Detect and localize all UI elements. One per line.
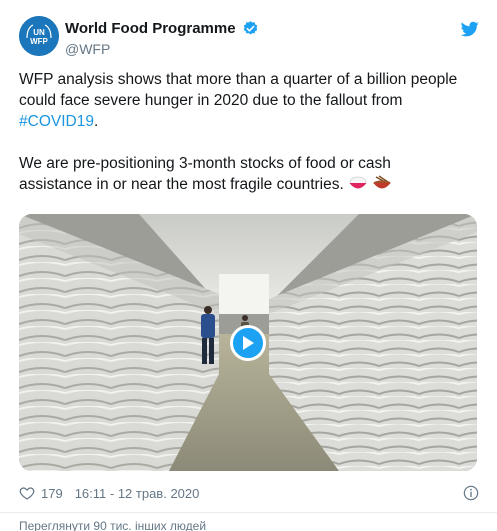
hashtag-link[interactable]: #COVID19 xyxy=(19,113,94,130)
info-icon[interactable] xyxy=(463,485,479,501)
view-others-link[interactable]: Переглянути 90 тис. інших людей xyxy=(19,519,479,531)
tweet-text-line: We are pre-positioning 3-month stocks of… xyxy=(19,155,391,172)
tweet-text-line: assistance in or near the most fragile c… xyxy=(19,174,479,198)
tweet-text-line-content: assistance in or near the most fragile c… xyxy=(19,176,344,193)
tweet-text-line: WFP analysis shows that more than a quar… xyxy=(19,71,458,88)
rice-bowl-emoji-icon xyxy=(348,174,368,198)
divider xyxy=(0,512,497,513)
tweet-text: WFP analysis shows that more than a quar… xyxy=(19,69,479,198)
tweet-text-line: could face severe hunger in 2020 due to … xyxy=(19,92,403,109)
tweet-card: UN WFP World Food Programme @WFP WFP ana… xyxy=(0,0,497,531)
author-handle[interactable]: @WFP xyxy=(65,41,110,57)
bowl-emoji-icon xyxy=(372,174,392,198)
verified-badge-icon xyxy=(243,21,257,35)
author-name[interactable]: World Food Programme xyxy=(65,20,236,37)
avatar-text-bottom: WFP xyxy=(30,37,48,46)
like-count[interactable]: 179 xyxy=(41,486,63,501)
tweet-header: UN WFP World Food Programme @WFP xyxy=(19,14,479,60)
play-icon xyxy=(243,336,254,350)
heart-icon[interactable] xyxy=(19,485,35,501)
hashtag-suffix: . xyxy=(93,113,99,130)
video-player[interactable] xyxy=(19,214,477,471)
tweet-timestamp[interactable]: 16:11 - 12 трав. 2020 xyxy=(75,486,200,501)
twitter-bird-icon[interactable] xyxy=(461,20,479,38)
author-line: World Food Programme xyxy=(65,20,259,37)
play-button[interactable] xyxy=(230,325,266,361)
tweet-text-line: #COVID19. xyxy=(19,111,479,132)
tweet-footer: 179 16:11 - 12 трав. 2020 xyxy=(19,483,479,503)
avatar[interactable]: UN WFP xyxy=(19,16,59,56)
avatar-text-top: UN xyxy=(33,28,45,37)
